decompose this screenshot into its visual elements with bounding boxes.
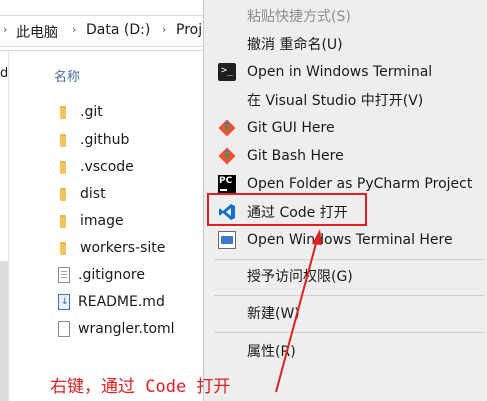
annotation-text: 右键，通过 Code 打开 — [50, 377, 231, 397]
annotation-arrow — [275, 229, 322, 393]
